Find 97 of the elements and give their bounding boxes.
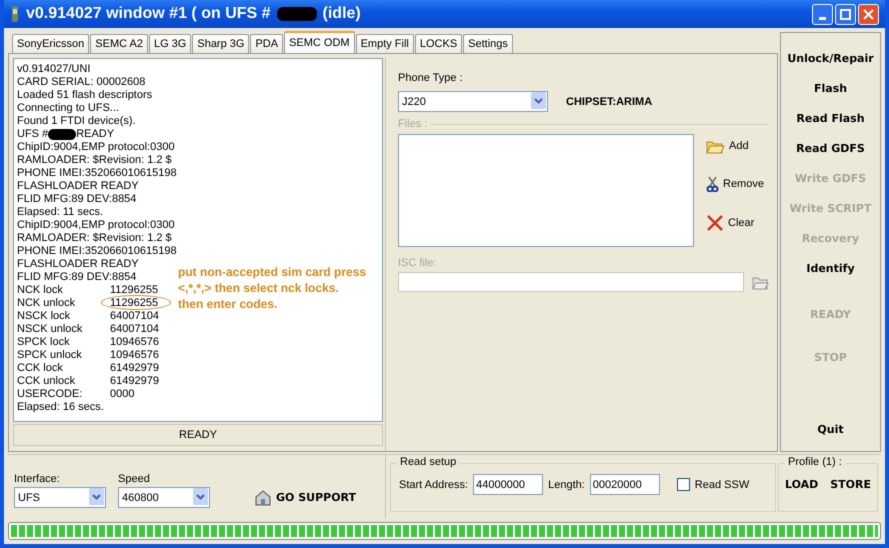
- field-label: Phone Type :: [398, 72, 464, 84]
- log-value: 11296255: [110, 284, 158, 297]
- log-label: NSCK unlock: [17, 323, 84, 336]
- log-label: NCK lock: [17, 284, 64, 297]
- interface-dropdown[interactable]: UFS: [14, 487, 106, 508]
- log-value: 10946576: [110, 349, 159, 362]
- minimize-button[interactable]: [812, 4, 833, 24]
- log-line: PHONE IMEI:352066010615198: [17, 167, 177, 180]
- log-line: UFS #: [17, 128, 48, 141]
- speed-dropdown[interactable]: 460800: [118, 487, 210, 508]
- close-icon: [863, 8, 874, 20]
- house-icon: [254, 489, 272, 506]
- group-label: Read setup: [397, 456, 460, 468]
- log-value: 61492979: [110, 362, 159, 375]
- tab[interactable]: Empty Fill: [356, 34, 414, 53]
- log-value: 64007104: [110, 310, 159, 323]
- remove-button[interactable]: Remove: [706, 176, 764, 192]
- cross-icon: [706, 214, 724, 232]
- field-label: Start Address:: [399, 478, 468, 490]
- field-label: ISC file:: [398, 257, 438, 269]
- log-line: FLASHLOADER READY: [17, 258, 139, 271]
- action-button[interactable]: Quit: [811, 414, 850, 444]
- log-label: NSCK lock: [17, 310, 72, 323]
- start-address-field[interactable]: 44000000: [473, 474, 544, 495]
- log-line: RAMLOADER: $Revision: 1.2 $: [17, 154, 172, 167]
- tab[interactable]: LOCKS: [414, 34, 462, 53]
- action-button[interactable]: Identify: [800, 253, 861, 283]
- phone-type-dropdown[interactable]: J220: [398, 91, 548, 112]
- checkbox-label: Read SSW: [694, 478, 750, 490]
- log-line: ChipID:9004,EMP protocol:0300: [17, 141, 175, 154]
- phone-icon: [10, 6, 20, 22]
- profile-button[interactable]: STORE: [830, 478, 871, 491]
- annotation-text: put non-accepted sim card press: [178, 264, 368, 280]
- tab[interactable]: Settings: [463, 34, 513, 53]
- field-label: Length:: [548, 478, 585, 490]
- annotation-text: then enter codes.: [178, 296, 278, 312]
- profile-button[interactable]: LOAD: [785, 478, 818, 491]
- log-label: NCK unlock: [17, 297, 76, 310]
- log-label: SPCK unlock: [17, 349, 83, 362]
- log-line: Loaded 51 flash descriptors: [17, 89, 152, 102]
- log-line: Elapsed: 11 secs.: [17, 206, 104, 219]
- redaction-mark: [48, 129, 76, 140]
- log-line: ChipID:9004,EMP protocol:0300: [17, 219, 175, 232]
- close-button[interactable]: [858, 4, 879, 24]
- checkbox[interactable]: [676, 478, 690, 491]
- folder-icon: [752, 274, 769, 290]
- tab[interactable]: LG 3G: [148, 34, 192, 53]
- log-value: 0000: [110, 388, 134, 401]
- window-title: v0.914027 window #1 ( on UFS #: [26, 5, 271, 23]
- tab[interactable]: Sharp 3G: [192, 34, 250, 53]
- group-label: Files :: [398, 118, 428, 130]
- log-label: CCK lock: [17, 362, 64, 375]
- log-line: FLID MFG:89 DEV:8854: [17, 193, 136, 206]
- annotation-text: <,*,*,> then select nck locks.: [178, 280, 340, 296]
- log-value: 64007104: [110, 323, 159, 336]
- log-label: SPCK lock: [17, 336, 71, 349]
- add-button[interactable]: Add: [706, 138, 764, 154]
- browse-button[interactable]: [752, 274, 769, 290]
- group-label: Profile (1) :: [785, 456, 845, 468]
- log-label: USERCODE:: [17, 388, 84, 401]
- tab[interactable]: SEMC A2: [90, 34, 148, 53]
- field-label: Interface:: [14, 473, 61, 485]
- log-line: RAMLOADER: $Revision: 1.2 $: [17, 232, 172, 245]
- tab[interactable]: SonyEricsson: [12, 34, 90, 53]
- log-line: READY: [76, 128, 114, 141]
- action-button[interactable]: Flash: [808, 73, 854, 103]
- log-value: 10946576: [110, 336, 159, 349]
- log-line: FLASHLOADER READY: [17, 180, 139, 193]
- length-field[interactable]: 00020000: [590, 474, 660, 495]
- log-line: Elapsed: 16 secs.: [17, 401, 104, 414]
- field-label: Speed: [118, 473, 151, 485]
- log-line: v0.914027/UNI: [17, 63, 90, 76]
- log-value: 11296255: [110, 297, 158, 310]
- log-line: FLID MFG:89 DEV:8854: [17, 271, 136, 284]
- log-line: Found 1 FTDI device(s).: [17, 115, 136, 128]
- log-value: 61492979: [110, 375, 159, 388]
- log-line: PHONE IMEI:352066010615198: [17, 245, 177, 258]
- clear-button[interactable]: Clear: [706, 214, 764, 232]
- tab[interactable]: PDA: [250, 34, 284, 53]
- tab[interactable]: SEMC ODM: [284, 31, 355, 53]
- chipset-label: CHIPSET:ARIMA: [566, 96, 652, 108]
- maximize-icon: [840, 8, 851, 20]
- maximize-button[interactable]: [835, 4, 856, 24]
- scissors-icon: [706, 176, 719, 192]
- log-line: Connecting to UFS...: [17, 102, 120, 115]
- action-button[interactable]: Read GDFS: [790, 133, 871, 163]
- window-title: (idle): [322, 5, 361, 23]
- action-button[interactable]: Unlock/Repair: [781, 43, 880, 73]
- log-line: CARD SERIAL: 00002608: [17, 76, 146, 89]
- file-path-field[interactable]: [398, 272, 744, 292]
- minimize-icon: [819, 16, 826, 20]
- action-button[interactable]: Read Flash: [790, 103, 871, 133]
- redaction-mark: [276, 7, 317, 21]
- file-list[interactable]: [398, 134, 694, 247]
- support-button[interactable]: GO SUPPORT: [254, 489, 356, 506]
- status-label: READY: [13, 424, 383, 446]
- log-label: CCK unlock: [17, 375, 76, 388]
